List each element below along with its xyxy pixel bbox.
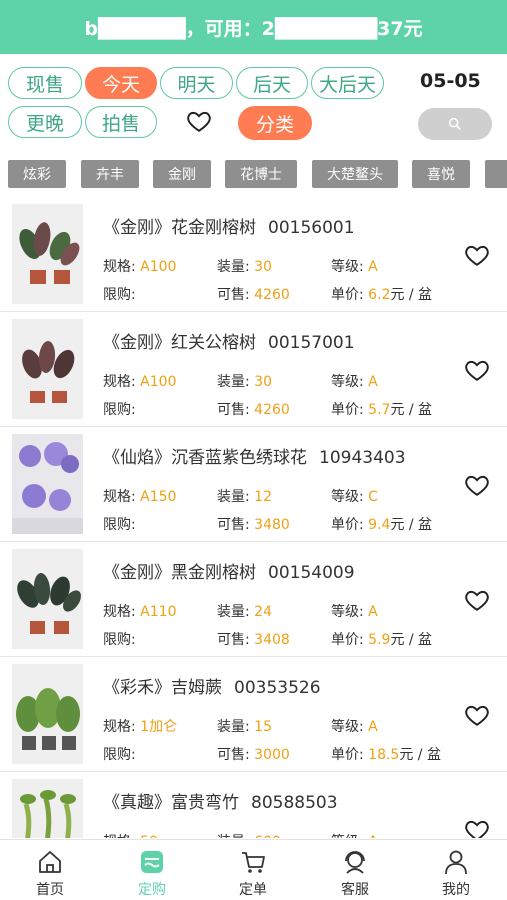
brand-tag[interactable]: 喜悦 (412, 160, 470, 188)
heart-icon[interactable] (464, 357, 490, 383)
product-image (12, 204, 83, 304)
category-button[interactable]: 分类 (238, 106, 312, 140)
product-image (12, 434, 83, 534)
brand-tag[interactable]: 花博士 (225, 160, 297, 188)
bottom-tab-bar: 首页 定购 定单 客服 我的 (0, 839, 507, 900)
brand-tag[interactable]: 炫彩 (8, 160, 66, 188)
product-item[interactable]: 《金刚》黑金刚榕树 00154009 规格: A110 装量: 24 等级: A … (0, 542, 507, 657)
chip-auction[interactable]: 拍售 (85, 106, 157, 138)
product-title: 《仙焰》沉香蓝紫色绣球花 10943403 (103, 448, 406, 468)
tab-service[interactable]: 客服 (305, 840, 405, 900)
product-image (12, 664, 83, 764)
cart-icon (242, 852, 265, 873)
app-header: b██████，可用：2███████37元 (0, 0, 507, 54)
order-icon (141, 851, 163, 873)
product-title: 《彩禾》吉姆蕨 00353526 (103, 678, 321, 698)
heart-icon[interactable] (464, 817, 490, 838)
account-balance-title: b██████，可用：2███████37元 (84, 17, 423, 40)
heart-icon[interactable] (464, 587, 490, 613)
chip-tomorrow[interactable]: 明天 (160, 67, 233, 99)
product-item[interactable]: 《仙焰》沉香蓝紫色绣球花 10943403 规格: A150 装量: 12 等级:… (0, 427, 507, 542)
heart-icon[interactable] (464, 702, 490, 728)
tab-profile[interactable]: 我的 (406, 840, 506, 900)
user-icon (445, 850, 467, 875)
product-title: 《真趣》富贵弯竹 80588503 (103, 793, 338, 813)
heart-icon[interactable] (186, 108, 212, 134)
tab-label: 定购 (138, 882, 166, 898)
product-title: 《金刚》红关公榕树 00157001 (103, 333, 355, 353)
chip-later[interactable]: 更晚 (8, 106, 82, 138)
brand-filter-bar: 炫彩 卉丰 金刚 花博士 大楚鳌头 喜悦 (0, 158, 507, 192)
tab-label: 首页 (36, 882, 64, 898)
brand-tag[interactable]: 金刚 (153, 160, 211, 188)
selected-date: 05-05 (420, 70, 481, 92)
tab-label: 客服 (341, 882, 369, 898)
brand-tag[interactable]: 卉丰 (81, 160, 139, 188)
product-image (12, 779, 83, 838)
brand-tag[interactable]: 大楚鳌头 (312, 160, 398, 188)
product-item[interactable]: 《金刚》花金刚榕树 00156001 规格: A100 装量: 30 等级: A … (0, 197, 507, 312)
tab-order[interactable]: 定购 (102, 840, 202, 900)
home-icon (39, 851, 61, 873)
product-title: 《金刚》花金刚榕树 00156001 (103, 218, 355, 238)
product-image (12, 549, 83, 649)
chip-today[interactable]: 今天 (85, 67, 157, 99)
product-item[interactable]: 《彩禾》吉姆蕨 00353526 规格: 1加仑 装量: 15 等级: A 限购:… (0, 657, 507, 772)
heart-icon[interactable] (464, 242, 490, 268)
tab-label: 我的 (442, 882, 470, 898)
heart-icon[interactable] (464, 472, 490, 498)
product-item[interactable]: 《金刚》红关公榕树 00157001 规格: A100 装量: 30 等级: A … (0, 312, 507, 427)
tab-orders[interactable]: 定单 (203, 840, 303, 900)
product-item[interactable]: 《真趣》富贵弯竹80588503 规格: 50cm 装量: 600 等级: A (0, 772, 507, 838)
service-icon (345, 851, 365, 874)
chip-day-after[interactable]: 后天 (236, 67, 308, 99)
brand-tag-partial[interactable] (485, 160, 507, 188)
chip-two-days-after[interactable]: 大后天 (311, 67, 384, 99)
tab-label: 定单 (239, 882, 267, 898)
product-title: 《金刚》黑金刚榕树 00154009 (103, 563, 355, 583)
filter-area: 现售 今天 明天 后天 大后天 05-05 更晚 拍售 分类 (0, 54, 507, 150)
product-list[interactable]: 《金刚》花金刚榕树 00156001 规格: A100 装量: 30 等级: A … (0, 197, 507, 838)
chip-current-sale[interactable]: 现售 (8, 67, 82, 99)
search-icon (448, 117, 461, 130)
product-image (12, 319, 83, 419)
tab-home[interactable]: 首页 (0, 840, 100, 900)
search-button[interactable] (418, 108, 492, 140)
